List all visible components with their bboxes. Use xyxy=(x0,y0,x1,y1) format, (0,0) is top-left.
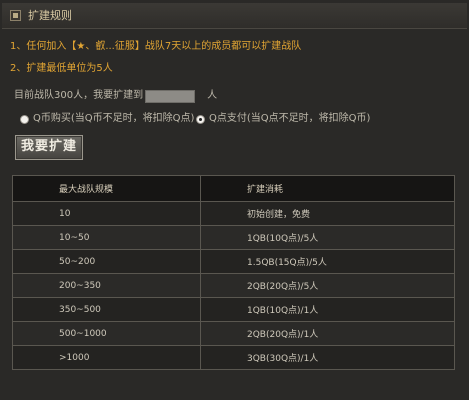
cell-scale: 10 xyxy=(12,201,201,226)
qcoin-radio[interactable] xyxy=(20,114,29,124)
table-row: >1000 3QB(30Q点)/1人 xyxy=(12,345,455,370)
table-row: 50~200 1.5QB(15Q点)/5人 xyxy=(12,249,455,274)
expansion-cost-table: 最大战队规模 扩建消耗 10 初始创建，免费 10~50 1QB(10Q点)/5… xyxy=(12,175,455,370)
table-row: 10~50 1QB(10Q点)/5人 xyxy=(12,225,455,250)
cell-cost: 1QB(10Q点)/1人 xyxy=(200,297,455,322)
cell-cost: 2QB(20Q点)/5人 xyxy=(200,273,455,298)
cell-scale: 200~350 xyxy=(12,273,201,298)
table-header-row: 最大战队规模 扩建消耗 xyxy=(12,175,455,202)
panel-title: 扩建规则 xyxy=(28,9,72,22)
expand-prefix-text: 目前战队300人，我要扩建到 xyxy=(14,90,144,101)
qcoin-label: Q币购买(当Q币不足时，将扣除Q点) xyxy=(33,113,195,124)
column-header-cost: 扩建消耗 xyxy=(200,175,455,202)
table-row: 500~1000 2QB(20Q点)/1人 xyxy=(12,321,455,346)
qpoint-radio[interactable] xyxy=(196,114,205,124)
header-square-icon xyxy=(10,10,21,21)
payment-option-qpoint[interactable]: Q点支付(当Q点不足时，将扣除Q币) xyxy=(196,112,370,126)
table-row: 10 初始创建，免费 xyxy=(12,201,455,226)
column-header-scale: 最大战队规模 xyxy=(12,175,201,202)
target-size-input[interactable] xyxy=(145,89,196,103)
qpoint-label: Q点支付(当Q点不足时，将扣除Q币) xyxy=(209,113,371,124)
table-row: 350~500 1QB(10Q点)/1人 xyxy=(12,297,455,322)
cell-scale: 500~1000 xyxy=(12,321,201,346)
payment-option-qcoin[interactable]: Q币购买(当Q币不足时，将扣除Q点) xyxy=(20,112,194,126)
cell-scale: 50~200 xyxy=(12,249,201,274)
cell-cost: 1.5QB(15Q点)/5人 xyxy=(200,249,455,274)
rule-line-2: 2、扩建最低单位为5人 xyxy=(10,63,113,74)
expand-button[interactable]: 我要扩建 xyxy=(15,135,83,160)
cell-scale: >1000 xyxy=(12,345,201,370)
table-row: 200~350 2QB(20Q点)/5人 xyxy=(12,273,455,298)
cell-cost: 2QB(20Q点)/1人 xyxy=(200,321,455,346)
expansion-panel: 扩建规则 1、任何加入【★、叡...征服】战队7天以上的成员都可以扩建战队 2、… xyxy=(0,0,469,400)
cell-scale: 350~500 xyxy=(12,297,201,322)
expand-target-row: 目前战队300人，我要扩建到 人 xyxy=(14,89,217,103)
cell-cost: 1QB(10Q点)/5人 xyxy=(200,225,455,250)
rule-line-1: 1、任何加入【★、叡...征服】战队7天以上的成员都可以扩建战队 xyxy=(10,41,302,52)
cell-cost: 3QB(30Q点)/1人 xyxy=(200,345,455,370)
panel-header: 扩建规则 xyxy=(2,3,467,29)
cell-cost: 初始创建，免费 xyxy=(200,201,455,226)
expand-unit-text: 人 xyxy=(207,90,218,101)
cell-scale: 10~50 xyxy=(12,225,201,250)
